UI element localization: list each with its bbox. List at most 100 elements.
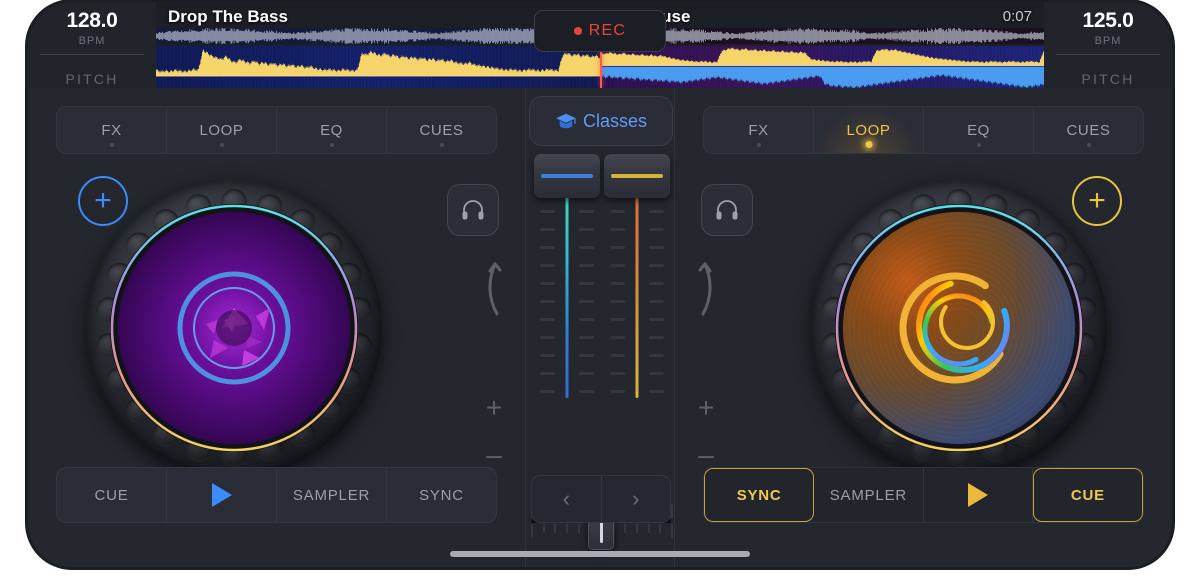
fader-scale-mark [579, 372, 594, 375]
record-button[interactable]: REC [534, 10, 666, 52]
left-tab-eq-indicator [330, 143, 334, 147]
left-jog-wheel[interactable] [86, 180, 382, 476]
left-pitch-up-button[interactable]: + [486, 394, 502, 422]
fader-scale-mark [579, 264, 594, 267]
fader-scale-mark [610, 210, 625, 213]
left-cue-button[interactable]: CUE [57, 468, 167, 522]
right-tab-fx[interactable]: FX [704, 107, 814, 153]
fader-scale-mark [579, 300, 594, 303]
classes-button[interactable]: Classes [529, 96, 673, 146]
fader-scale-mark [579, 390, 594, 393]
right-tab-eq-indicator [977, 143, 981, 147]
left-tab-loop[interactable]: LOOP [167, 107, 277, 153]
right-track-artwork [843, 212, 1075, 444]
left-sync-button[interactable]: SYNC [387, 468, 496, 522]
fader-scale-mark [540, 300, 555, 303]
right-pitch-down-button[interactable]: – [698, 448, 714, 462]
right-bpm-panel[interactable]: 125.0 BPM PITCH [1044, 2, 1172, 88]
crossfader-tick [578, 524, 580, 533]
headphones-icon [715, 199, 739, 221]
right-cue-button[interactable]: CUE [1033, 468, 1143, 522]
left-headphone-cue-button[interactable] [447, 184, 499, 236]
waveform-area[interactable]: Drop The Bass 0:00 DJ House 0:07 REC [156, 2, 1044, 88]
device-frame: 128.0 BPM PITCH Drop The Bass 0:00 DJ Ho… [28, 2, 1172, 567]
crossfader-tick [543, 524, 545, 533]
fader-scale-mark [610, 264, 625, 267]
left-tab-fx[interactable]: FX [57, 107, 167, 153]
fader-scale-mark [540, 246, 555, 249]
right-play-button[interactable] [924, 468, 1033, 522]
right-sampler-button[interactable]: SAMPLER [814, 468, 923, 522]
right-tab-cues[interactable]: CUES [1034, 107, 1143, 153]
crossfader-tick [636, 524, 638, 533]
left-artwork-graphic [118, 212, 350, 444]
right-waveform-deck[interactable]: DJ House 0:07 [600, 2, 1044, 88]
left-sampler-button[interactable]: SAMPLER [277, 468, 387, 522]
fader-scale-mark [579, 318, 594, 321]
left-cue-label: CUE [94, 487, 128, 504]
fader-scale-mark [579, 246, 594, 249]
right-track-time: 0:07 [1003, 8, 1032, 25]
fader-scale-mark [649, 354, 664, 357]
channel-b-fader[interactable] [604, 154, 670, 404]
nav-prev-button[interactable]: ‹ [532, 476, 602, 522]
right-pitch-label: PITCH [1082, 71, 1135, 87]
classes-label: Classes [583, 111, 647, 132]
left-pitch-controls: + – [473, 258, 515, 468]
fader-scale-mark [610, 336, 625, 339]
channel-a-fader[interactable] [534, 154, 600, 404]
left-tab-cues-indicator [440, 143, 444, 147]
nav-next-button[interactable]: › [602, 476, 671, 522]
left-tab-eq-label: EQ [320, 122, 343, 139]
left-bpm-panel[interactable]: 128.0 BPM PITCH [28, 2, 156, 88]
fader-scale-mark [649, 336, 664, 339]
channel-a-fader-handle[interactable] [534, 154, 600, 198]
left-transport-row: CUE SAMPLER SYNC [56, 467, 497, 523]
right-sync-button[interactable]: SYNC [704, 468, 814, 522]
left-tab-cues-label: CUES [419, 122, 463, 139]
fader-scale-mark [649, 228, 664, 231]
right-tab-loop[interactable]: LOOP [814, 107, 924, 153]
right-deck: FX LOOP EQ CUES [679, 88, 1144, 567]
right-tab-fx-indicator [757, 143, 761, 147]
left-tab-eq[interactable]: EQ [277, 107, 387, 153]
left-deck: FX LOOP EQ CUES [56, 88, 521, 567]
left-pitch-down-button[interactable]: – [486, 448, 502, 462]
fader-scale-mark [579, 210, 594, 213]
plus-icon: + [94, 186, 112, 216]
headphones-icon [461, 199, 485, 221]
left-bpm-divider [40, 54, 144, 55]
crossfader-tick [554, 524, 556, 533]
right-jog-wheel[interactable] [811, 180, 1107, 476]
left-play-button[interactable] [167, 468, 277, 522]
left-tab-cues[interactable]: CUES [387, 107, 496, 153]
left-main-waveform[interactable] [156, 46, 600, 88]
right-headphone-cue-button[interactable] [701, 184, 753, 236]
left-track-artwork [118, 212, 350, 444]
right-tab-eq[interactable]: EQ [924, 107, 1034, 153]
left-deck-tabs: FX LOOP EQ CUES [56, 106, 497, 154]
right-artwork-graphic [843, 212, 1075, 444]
right-transport-row: SYNC SAMPLER CUE [703, 467, 1144, 523]
fader-scale-mark [610, 300, 625, 303]
channel-b-fader-handle[interactable] [604, 154, 670, 198]
left-sync-label: SYNC [419, 487, 464, 504]
crossfader-tick [659, 524, 661, 533]
pitch-bend-arrow-icon[interactable] [695, 260, 717, 316]
fader-scale-mark [649, 372, 664, 375]
fader-scale-mark [610, 318, 625, 321]
right-load-track-button[interactable]: + [1072, 176, 1122, 226]
right-pitch-up-button[interactable]: + [698, 394, 714, 422]
channel-b-handle-line [611, 174, 663, 178]
fader-scale-mark [579, 354, 594, 357]
right-overview-waveform[interactable] [600, 28, 1044, 44]
pitch-bend-arrow-icon[interactable] [483, 260, 505, 316]
main-body: FX LOOP EQ CUES [28, 88, 1172, 567]
right-tab-loop-indicator [865, 141, 872, 148]
left-tab-fx-label: FX [101, 122, 121, 139]
fader-scale-mark [540, 354, 555, 357]
crossfader-tick [648, 524, 650, 533]
right-main-waveform[interactable] [600, 46, 1044, 88]
left-load-track-button[interactable]: + [78, 176, 128, 226]
channel-b-vu-meter [636, 182, 639, 398]
